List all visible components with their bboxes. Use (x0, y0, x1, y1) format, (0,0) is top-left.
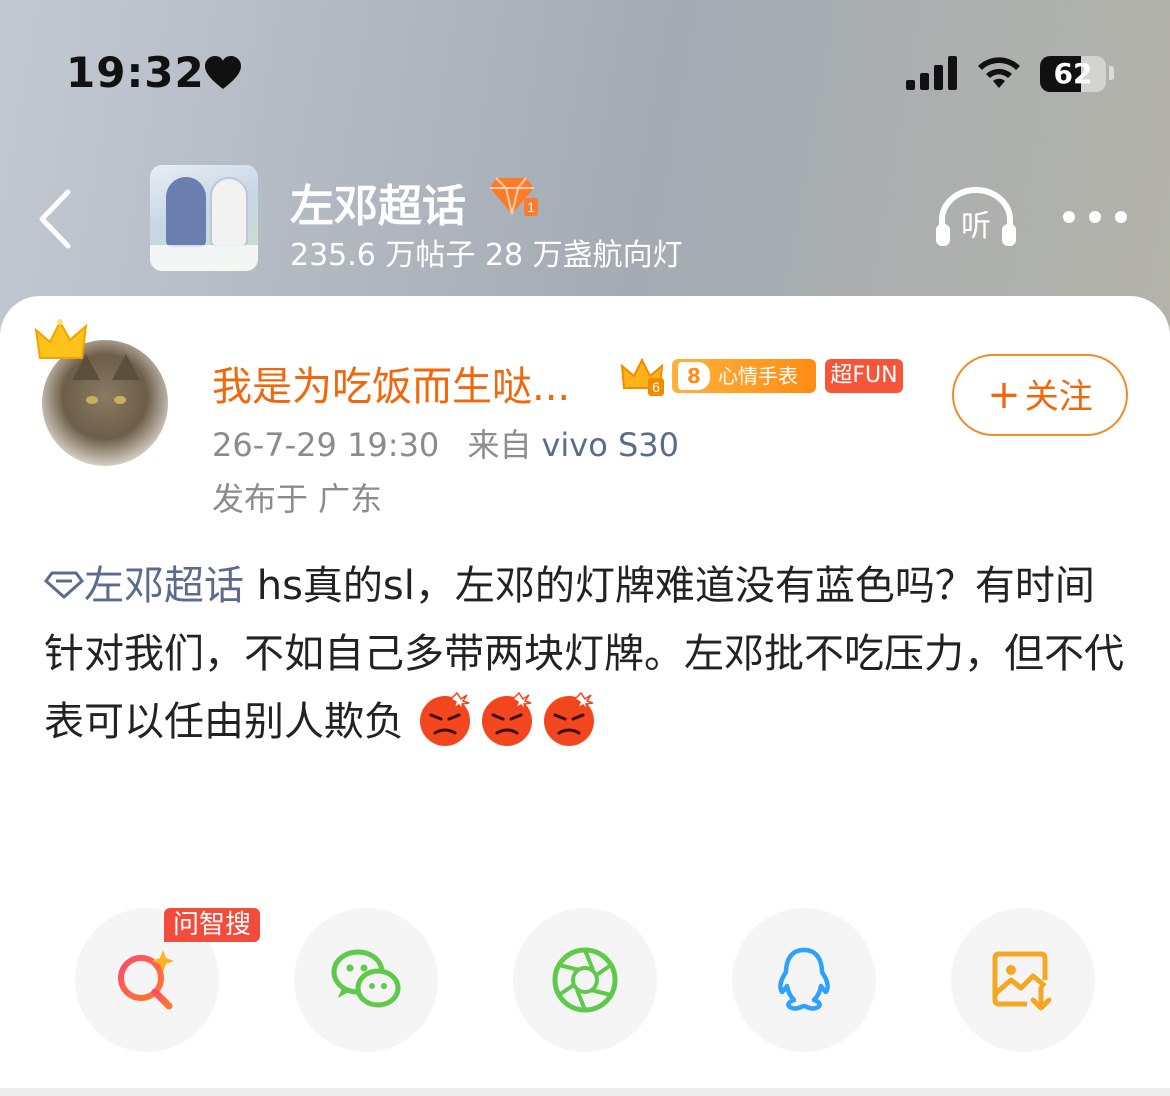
save-image-share-button[interactable] (951, 908, 1095, 1052)
mood-watch-badge[interactable]: 8 心情手表 (672, 359, 816, 393)
follow-label: 关注 (1024, 377, 1093, 417)
username[interactable]: 我是为吃饭而生哒... (212, 354, 570, 412)
angry-face-emoji-icon (543, 691, 594, 746)
topic-thumbnail[interactable] (150, 165, 258, 271)
avatar-crown-icon (34, 319, 88, 359)
svg-text:6: 6 (652, 379, 660, 395)
wechat-share-button[interactable] (294, 908, 438, 1052)
qq-share-button[interactable] (732, 908, 876, 1052)
mood-badge-level: 8 (678, 362, 710, 390)
moments-share-button[interactable] (513, 908, 657, 1052)
gem-badge-icon: 1 (490, 177, 538, 216)
status-bar: 19:32 62 (0, 0, 1170, 140)
post-body: 左邓超话 hs真的sl，左邓的灯牌难道没有蓝色吗？有时间针对我们，不如自己多带两… (44, 552, 1134, 756)
listen-headphones-icon[interactable]: 听 (934, 186, 1018, 250)
svg-text:1: 1 (527, 199, 535, 215)
bottom-divider (0, 1088, 1170, 1096)
avatar-cat-eye (114, 396, 126, 404)
heart-icon (205, 56, 241, 89)
avatar-cat-ear (112, 354, 140, 380)
wifi-icon (978, 57, 1020, 88)
source-device[interactable]: vivo S30 (541, 426, 679, 464)
super-fun-badge[interactable]: 超FUN (825, 359, 903, 393)
wechat-icon (331, 949, 401, 1008)
back-arrow-icon[interactable] (34, 188, 74, 250)
topic-diamond-icon (44, 571, 84, 600)
avatar-cat-eye (86, 396, 98, 404)
battery-level-text: 62 (1053, 57, 1093, 90)
qq-penguin-icon (778, 947, 830, 1011)
ai-search-icon (118, 950, 174, 1010)
topic-link-text: 左邓超话 (84, 563, 244, 609)
mood-badge-label: 心情手表 (718, 364, 798, 388)
status-time: 19:32 (66, 48, 205, 97)
cellular-signal-icon (906, 56, 957, 90)
angry-face-emoji-icon (481, 691, 532, 746)
svg-text:听: 听 (961, 209, 991, 244)
topic-title[interactable]: 左邓超话 (290, 170, 466, 234)
thumbnail-figure (166, 177, 206, 247)
battery-cap (1109, 66, 1114, 80)
follow-button[interactable]: + 关注 (952, 354, 1128, 436)
battery-indicator: 62 (1040, 56, 1106, 92)
post-meta: 26-7-29 19:30 来自 vivo S30 (212, 420, 679, 466)
moments-aperture-icon (552, 947, 618, 1013)
thumbnail-figure (210, 177, 248, 247)
topic-link[interactable]: 左邓超话 (44, 563, 244, 609)
post-location: 发布于 广东 (212, 480, 383, 518)
crown-level-icon: 6 (620, 357, 664, 396)
save-image-icon (992, 951, 1052, 1011)
source-prefix: 来自 (467, 426, 532, 464)
angry-face-emoji-icon (419, 691, 470, 746)
plus-icon: + (987, 372, 1021, 418)
thumbnail-caption-strip (150, 245, 258, 271)
ai-search-tag: 问智搜 (164, 908, 260, 942)
more-options-icon[interactable] (1060, 208, 1130, 226)
post-timestamp: 26-7-29 19:30 (212, 426, 440, 464)
topic-stats: 235.6 万帖子 28 万盏航向灯 (290, 238, 683, 273)
